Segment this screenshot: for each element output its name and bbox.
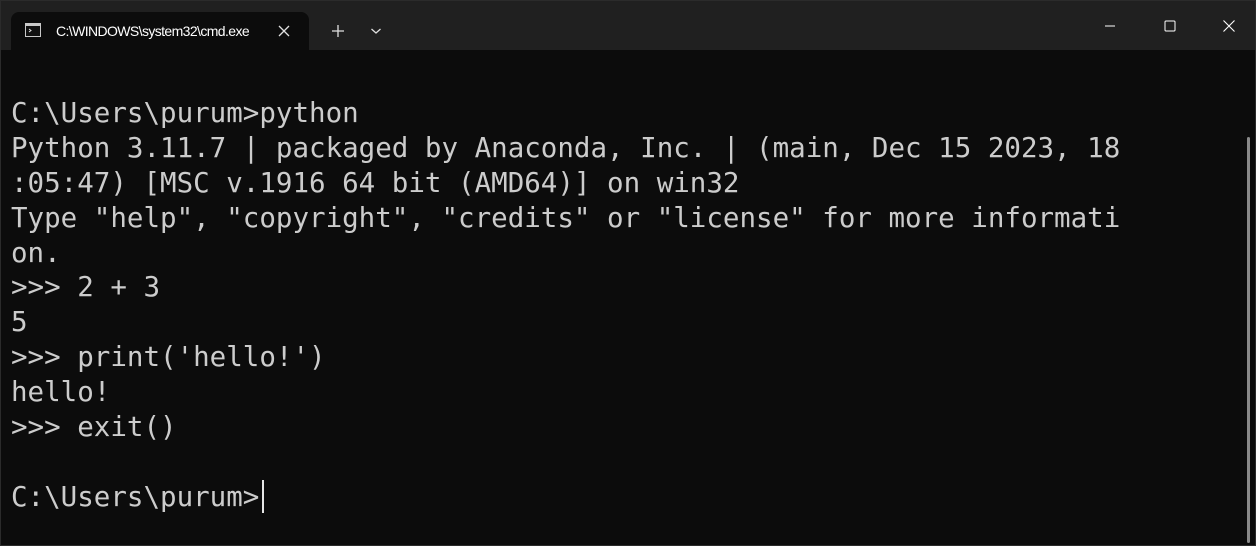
terminal-prompt: C:\Users\purum> xyxy=(11,480,260,513)
chevron-down-icon xyxy=(371,28,381,34)
title-bar[interactable]: C:\WINDOWS\system32\cmd.exe xyxy=(1,1,1255,50)
text-cursor xyxy=(262,479,265,513)
maximize-icon xyxy=(1164,20,1176,31)
terminal-line: 5 xyxy=(11,306,28,339)
terminal-line: >>> print('hello!') xyxy=(11,341,326,374)
terminal-window: C:\WINDOWS\system32\cmd.exe C:\Users\pur… xyxy=(0,0,1256,546)
terminal-text: C:\Users\purum>python Python 3.11.7 | pac… xyxy=(11,96,1120,515)
terminal-line: Type "help", "copyright", "credits" or "… xyxy=(11,201,1121,234)
close-icon xyxy=(278,25,290,37)
new-tab-button[interactable] xyxy=(323,13,353,49)
minimize-icon xyxy=(1105,25,1115,26)
close-icon xyxy=(1223,19,1235,32)
close-window-button[interactable] xyxy=(1205,1,1253,50)
minimize-button[interactable] xyxy=(1087,1,1133,50)
terminal-line: Python 3.11.7 | packaged by Anaconda, In… xyxy=(11,131,1121,164)
terminal-prompt-line: C:\Users\purum> xyxy=(11,479,1120,515)
terminal-line: hello! xyxy=(11,376,111,409)
terminal-output[interactable]: C:\Users\purum>python Python 3.11.7 | pac… xyxy=(1,50,1241,545)
terminal-line: :05:47) [MSC v.1916 64 bit (AMD64)] on w… xyxy=(11,166,740,199)
maximize-button[interactable] xyxy=(1147,1,1193,50)
cmd-icon xyxy=(25,23,41,37)
terminal-line: >>> 2 + 3 xyxy=(11,271,161,304)
tab-cmd[interactable]: C:\WINDOWS\system32\cmd.exe xyxy=(11,12,309,50)
terminal-line: on. xyxy=(11,236,61,269)
close-tab-button[interactable] xyxy=(277,24,291,38)
terminal-line: C:\Users\purum>python xyxy=(11,97,359,129)
tab-dropdown-button[interactable] xyxy=(361,13,391,49)
scrollbar[interactable] xyxy=(1247,137,1250,543)
plus-icon xyxy=(332,25,344,37)
tab-title: C:\WINDOWS\system32\cmd.exe xyxy=(56,23,250,39)
terminal-line: >>> exit() xyxy=(11,411,177,444)
